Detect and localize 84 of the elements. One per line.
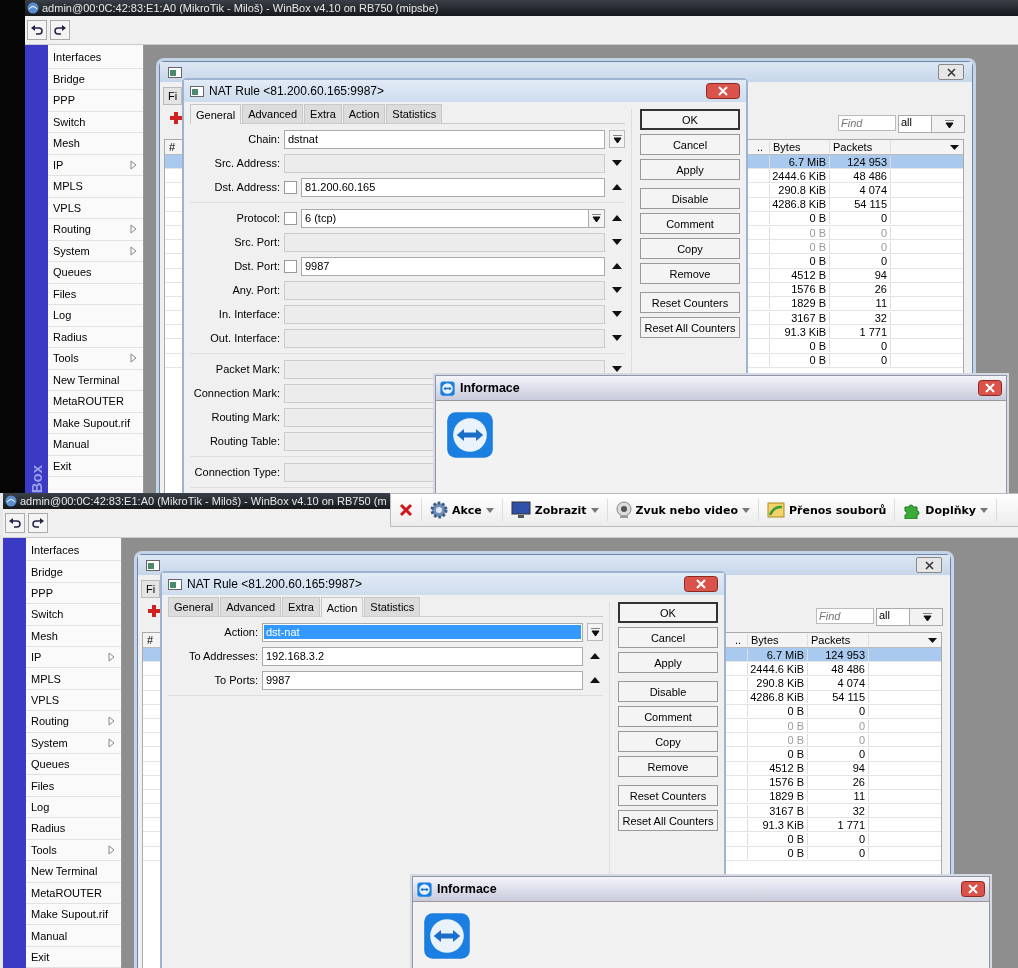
field-label: To Addresses:: [187, 650, 258, 662]
table-cell: 6.7 MiB: [747, 648, 807, 661]
table-cell: 1576 B: [747, 776, 807, 789]
table-cell: 0: [807, 833, 869, 846]
table-cell: 0: [807, 719, 869, 732]
table-cell: 0 B: [769, 354, 829, 367]
table-cell: 94: [829, 269, 891, 282]
table-cell: 0: [829, 226, 891, 239]
table-cell: 0: [829, 354, 891, 367]
field-label: Src. Port:: [233, 236, 280, 248]
table-cell: 26: [829, 283, 891, 296]
field-label: Dst. Port:: [233, 260, 280, 272]
field-label: Routing Table:: [208, 435, 280, 447]
table-cell: 1 771: [829, 325, 891, 338]
table-cell: 0: [829, 240, 891, 253]
table-cell: 0 B: [747, 733, 807, 746]
field-label: Packet Mark:: [214, 363, 280, 375]
field-label: Connection Type:: [193, 466, 280, 478]
table-cell: 0: [807, 705, 869, 718]
table-cell: 0 B: [769, 340, 829, 353]
table-cell: 32: [829, 311, 891, 324]
table-cell: 4286.8 KiB: [769, 198, 829, 211]
table-cell: 1 771: [807, 818, 869, 831]
table-cell: 290.8 KiB: [769, 183, 829, 196]
table-cell: 0 B: [747, 747, 807, 760]
table-cell: 48 486: [807, 662, 869, 675]
table-cell: 0 B: [769, 240, 829, 253]
table-cell: 0: [807, 733, 869, 746]
field-label: Dst. Address:: [213, 181, 280, 193]
table-cell: 124 953: [807, 648, 869, 661]
table-cell: 4512 B: [769, 269, 829, 282]
table-cell: 4 074: [829, 183, 891, 196]
field-label: To Ports:: [213, 674, 258, 686]
field-label: Action:: [223, 626, 258, 638]
table-cell: 94: [807, 762, 869, 775]
table-cell: 2444.6 KiB: [769, 169, 829, 182]
table-cell: 0 B: [769, 226, 829, 239]
table-cell: 6.7 MiB: [769, 155, 829, 168]
table-cell: 4512 B: [747, 762, 807, 775]
table-cell: 54 115: [829, 198, 891, 211]
table-cell: 1576 B: [769, 283, 829, 296]
table-cell: 0 B: [747, 705, 807, 718]
info-window-title: Informace: [437, 882, 498, 896]
table-cell: 0 B: [747, 847, 807, 860]
dialog-title: NAT Rule <81.200.60.165:9987>: [187, 577, 364, 591]
table-cell: 0 B: [747, 719, 807, 732]
brand-label: Box: [28, 463, 45, 493]
table-cell: 2444.6 KiB: [747, 662, 807, 675]
dialog-title: NAT Rule <81.200.60.165:9987>: [209, 84, 386, 98]
table-cell: 1829 B: [747, 790, 807, 803]
info-window-title: Informace: [460, 381, 521, 395]
field-label: Routing Mark:: [210, 411, 280, 423]
field-label: Chain:: [247, 133, 280, 145]
table-cell: 3167 B: [769, 311, 829, 324]
table-cell: 32: [807, 804, 869, 817]
field-label: Out. Interface:: [209, 332, 280, 344]
table-cell: 124 953: [829, 155, 891, 168]
table-cell: 91.3 KiB: [769, 325, 829, 338]
field-label: Connection Mark:: [192, 387, 280, 399]
window-title: admin@00:0C:42:83:E1:A0 (MikroTik - Miloš) - WinBox v4.10 on RB750 (m: [20, 495, 387, 507]
table-cell: 0 B: [769, 254, 829, 267]
table-cell: 54 115: [807, 691, 869, 704]
table-cell: 0 B: [769, 212, 829, 225]
field-label: Src. Address:: [213, 157, 280, 169]
table-cell: 0 B: [747, 833, 807, 846]
table-cell: 0: [829, 212, 891, 225]
table-cell: 0: [807, 747, 869, 760]
table-cell: 0: [807, 847, 869, 860]
table-cell: 3167 B: [747, 804, 807, 817]
table-cell: 1829 B: [769, 297, 829, 310]
table-cell: 91.3 KiB: [747, 818, 807, 831]
table-cell: 48 486: [829, 169, 891, 182]
table-cell: 0: [829, 254, 891, 267]
table-cell: 26: [807, 776, 869, 789]
table-cell: 11: [829, 297, 891, 310]
table-cell: 4286.8 KiB: [747, 691, 807, 704]
table-cell: 290.8 KiB: [747, 676, 807, 689]
table-cell: 4 074: [807, 676, 869, 689]
field-label: Protocol:: [235, 212, 280, 224]
table-cell: 0: [829, 340, 891, 353]
window-title: admin@00:0C:42:83:E1:A0 (MikroTik - Miloš) - WinBox v4.10 on RB750 (mipsbe): [42, 2, 439, 14]
field-label: In. Interface:: [217, 308, 280, 320]
field-label: Any. Port:: [231, 284, 280, 296]
table-cell: 11: [807, 790, 869, 803]
